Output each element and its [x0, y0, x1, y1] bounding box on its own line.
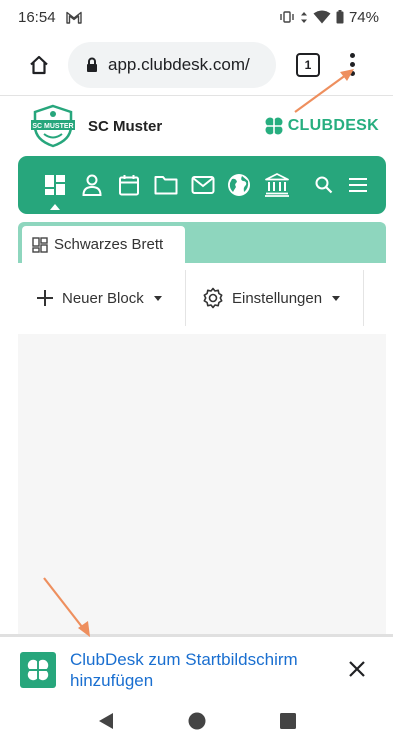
settings-button[interactable]: Einstellungen	[186, 270, 364, 326]
nav-files[interactable]	[147, 156, 184, 214]
data-arrows-icon	[300, 11, 307, 23]
settings-label: Einstellungen	[232, 289, 323, 307]
new-block-button[interactable]: Neuer Block	[18, 270, 186, 326]
chevron-down-icon	[332, 295, 341, 301]
nav-finance[interactable]	[257, 156, 297, 214]
plus-icon	[37, 290, 53, 306]
clubdesk-logo: CLUBDESK	[264, 116, 379, 136]
board-icon	[32, 236, 48, 253]
nav-mail[interactable]	[184, 156, 221, 214]
bank-icon	[265, 173, 289, 197]
club-logo-text: SC MUSTER	[32, 123, 73, 130]
android-nav-bar	[0, 702, 393, 740]
status-time: 16:54	[18, 8, 56, 26]
home-icon	[30, 55, 48, 74]
nav-members[interactable]	[74, 156, 110, 214]
menu-dot	[349, 62, 355, 67]
person-icon	[82, 174, 102, 196]
nav-calendar[interactable]	[110, 156, 147, 214]
calendar-icon	[118, 175, 139, 196]
mail-icon	[191, 176, 214, 194]
clover-icon	[27, 659, 49, 680]
clubdesk-brand-text: CLUBDESK	[287, 117, 379, 134]
gear-icon	[203, 287, 223, 309]
tab-switcher-button[interactable]: 1	[296, 52, 320, 77]
club-logo[interactable]: SC MUSTER	[30, 104, 76, 148]
active-indicator	[50, 204, 60, 210]
lock-icon	[87, 57, 97, 72]
clover-icon	[265, 117, 283, 135]
clubdesk-app-icon	[20, 651, 56, 688]
club-name: SC Muster	[88, 117, 163, 135]
recents-icon[interactable]	[279, 713, 296, 729]
hamburger-icon	[349, 178, 367, 192]
tab-count: 1	[304, 57, 312, 72]
board-toolbar: Neuer Block Einstellungen	[18, 270, 386, 326]
menu-dot	[349, 53, 355, 58]
browser-menu-button[interactable]	[342, 50, 362, 80]
add-to-homescreen-banner[interactable]: ClubDesk zum Startbildschirm hinzufügen	[0, 634, 393, 702]
battery-percent: 74%	[348, 8, 379, 26]
main-nav	[18, 156, 386, 214]
folder-icon	[154, 176, 177, 195]
dashboard-icon	[45, 175, 65, 195]
menu-dot	[349, 71, 355, 76]
home-circle-icon[interactable]	[188, 712, 206, 730]
browser-toolbar: app.clubdesk.com/ 1	[0, 34, 393, 96]
close-icon[interactable]	[347, 659, 367, 679]
board-content	[18, 334, 386, 634]
browser-home-button[interactable]	[24, 50, 54, 80]
globe-icon	[228, 174, 250, 196]
search-icon	[315, 176, 333, 194]
nav-search[interactable]	[307, 156, 341, 214]
url-text: app.clubdesk.com/	[108, 54, 250, 74]
nav-website[interactable]	[221, 156, 257, 214]
new-block-label: Neuer Block	[62, 289, 144, 307]
tab-schwarzes-brett[interactable]: Schwarzes Brett	[22, 226, 185, 263]
back-icon[interactable]	[98, 712, 114, 730]
address-bar[interactable]: app.clubdesk.com/	[68, 41, 276, 88]
site-header: SC MUSTER SC Muster CLUBDESK	[0, 98, 393, 154]
wifi-icon	[313, 10, 331, 24]
nav-menu[interactable]	[341, 156, 375, 214]
add-to-homescreen-link[interactable]: ClubDesk zum Startbildschirm hinzufügen	[70, 649, 340, 691]
nav-dashboard[interactable]	[36, 156, 74, 214]
status-bar: 16:54 74%	[0, 0, 393, 34]
gmail-icon	[65, 11, 82, 24]
battery-icon	[336, 10, 344, 24]
screen: 16:54 74% app.clubdesk.com/ 1 SC MUSTER …	[0, 0, 393, 740]
vibrate-icon	[280, 11, 294, 23]
tab-label: Schwarzes Brett	[54, 236, 164, 253]
tab-strip: Schwarzes Brett	[18, 222, 386, 263]
chevron-down-icon	[153, 295, 162, 301]
